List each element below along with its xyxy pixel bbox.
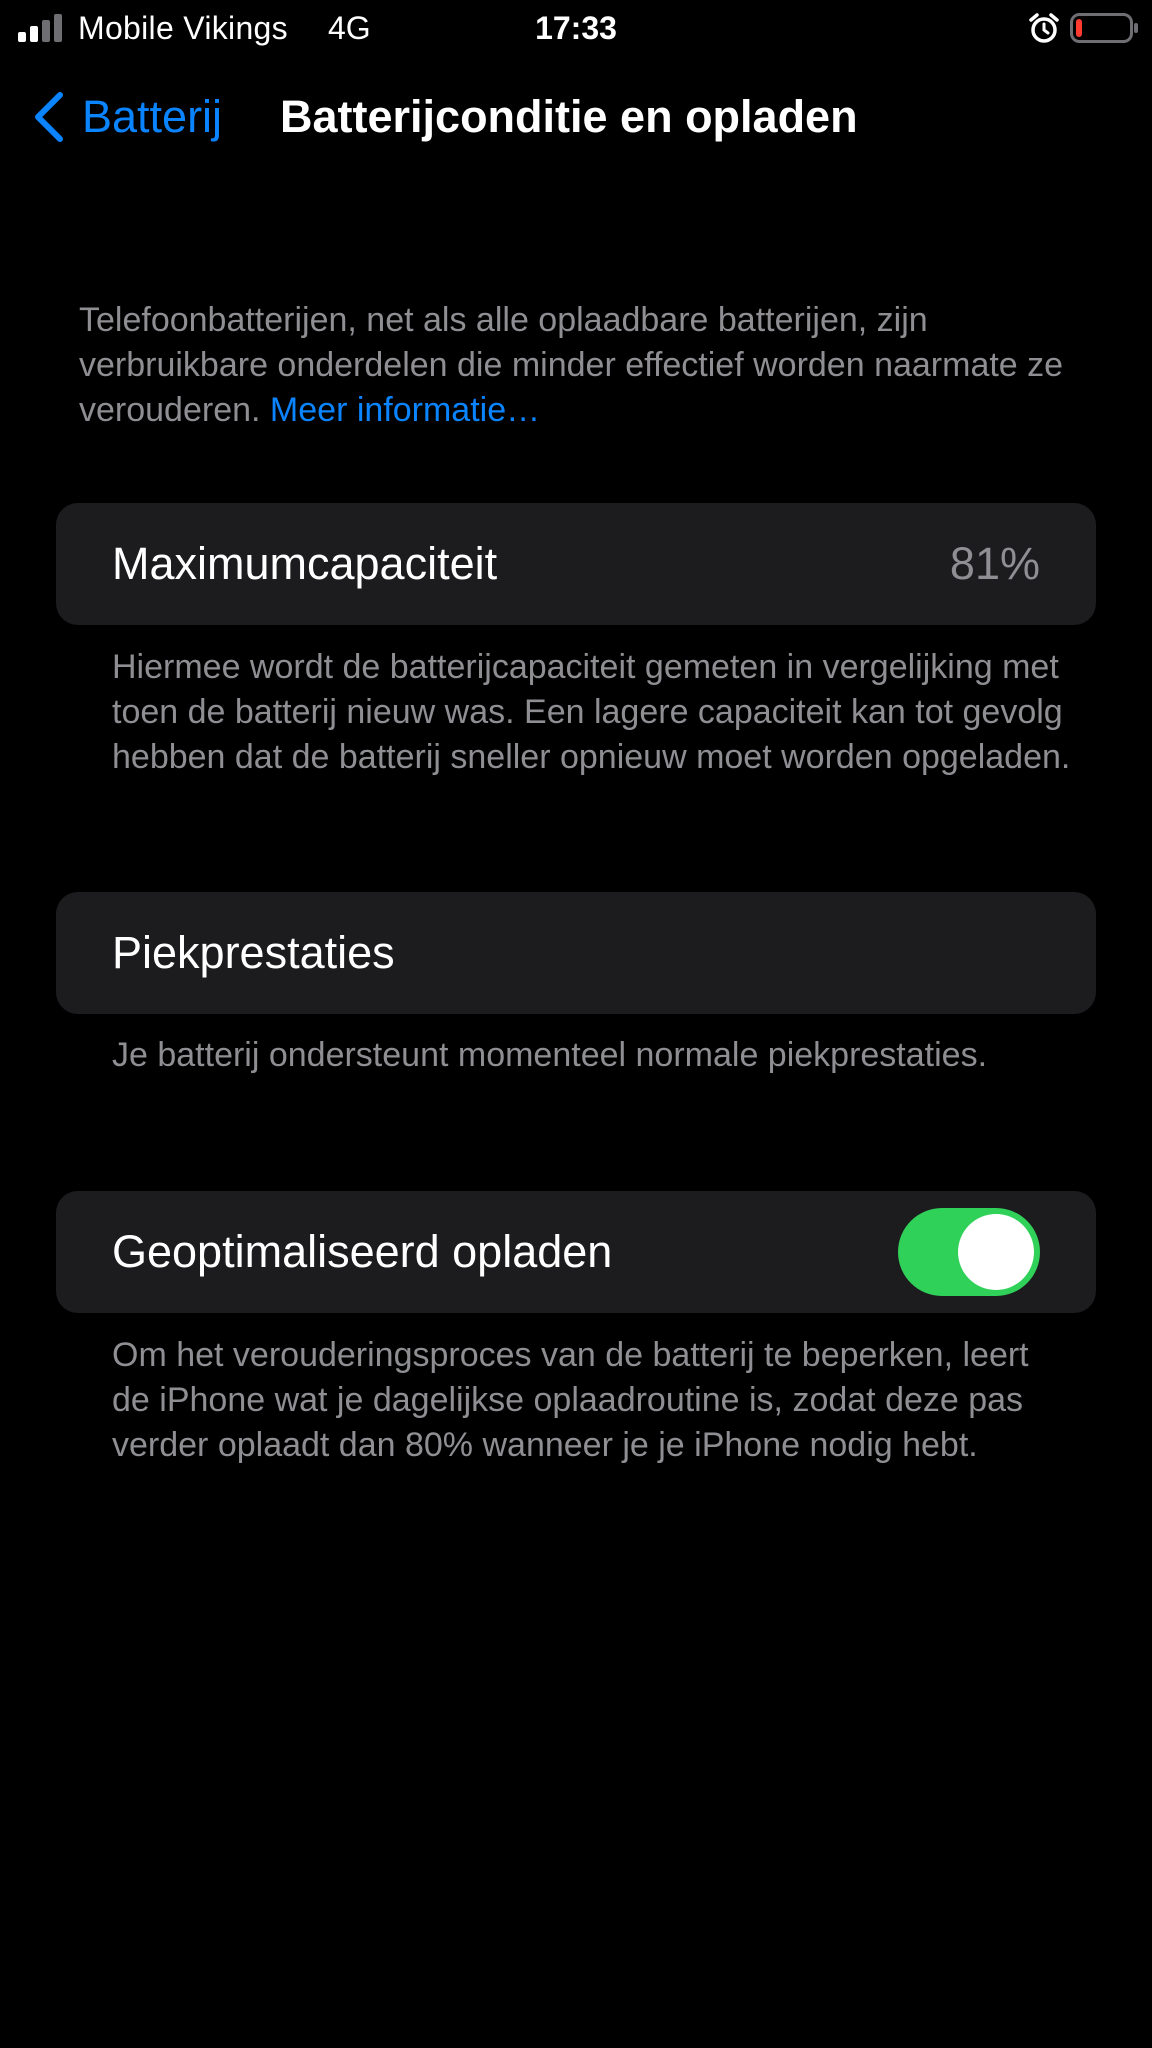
page-title: Batterijconditie en opladen [280, 91, 858, 142]
clock: 17:33 [535, 10, 617, 46]
signal-icon [18, 12, 68, 42]
optimized-charging-toggle[interactable] [898, 1208, 1040, 1296]
max-capacity-label: Maximumcapaciteit [112, 538, 498, 589]
max-capacity-cell: Maximumcapaciteit 81% [56, 503, 1096, 625]
network-type: 4G [328, 10, 371, 46]
peak-performance-label: Piekprestaties [112, 927, 395, 978]
peak-performance-cell: Piekprestaties [56, 892, 1096, 1014]
navigation-bar: Batterij Batterijconditie en opladen [0, 80, 1152, 154]
intro-text: Telefoonbatterijen, net als alle oplaadb… [79, 298, 1079, 433]
alarm-icon [1029, 13, 1059, 43]
peak-performance-footer: Je batterij ondersteunt momenteel normal… [112, 1036, 988, 1074]
max-capacity-value: 81% [949, 538, 1040, 589]
chevron-left-icon [35, 92, 63, 142]
intro-body: Telefoonbatterijen, net als alle oplaadb… [79, 301, 1064, 429]
back-button[interactable]: Batterij [30, 84, 222, 150]
optimized-charging-cell: Geoptimaliseerd opladen [56, 1191, 1096, 1313]
back-label: Batterij [82, 91, 223, 142]
optimized-charging-footer: Om het verouderingsproces van de batteri… [112, 1336, 1029, 1464]
more-info-link[interactable]: Meer informatie… [270, 391, 540, 429]
carrier-name: Mobile Vikings [78, 10, 288, 46]
status-bar: Mobile Vikings 4G 17:33 [0, 0, 1152, 58]
toggle-knob[interactable] [958, 1214, 1034, 1290]
battery-icon [1070, 13, 1138, 43]
max-capacity-footer: Hiermee wordt de batterijcapaciteit geme… [112, 648, 1071, 776]
optimized-charging-label: Geoptimaliseerd opladen [112, 1226, 613, 1277]
